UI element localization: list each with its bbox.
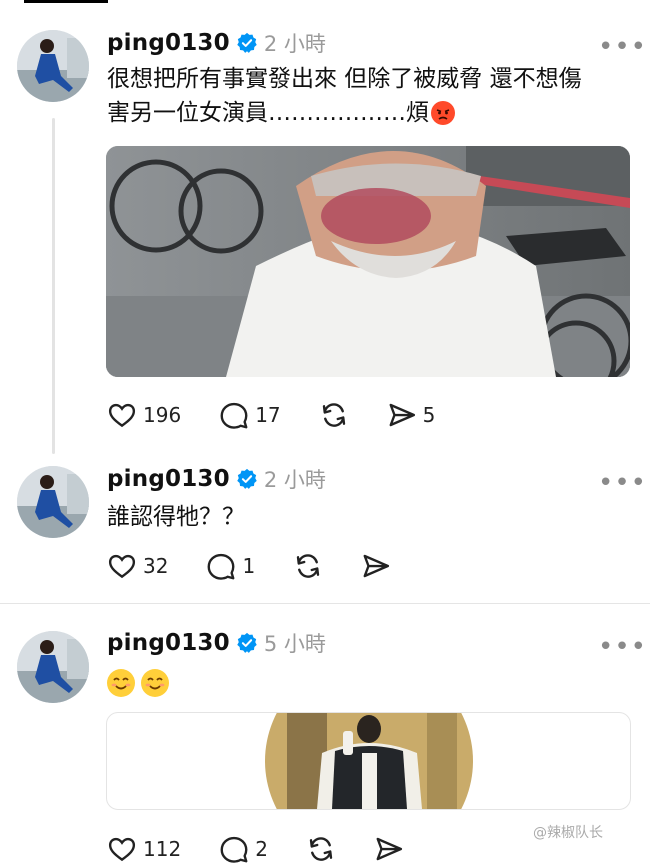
username[interactable]: ping0130 <box>107 630 230 656</box>
reply-count: 2 <box>255 837 268 861</box>
post-time: 2 小時 <box>263 468 326 492</box>
media-thumbnail <box>265 713 473 809</box>
reply-button[interactable]: 1 <box>206 551 255 581</box>
username[interactable]: ping0130 <box>107 466 230 492</box>
smile-emoji-icon <box>107 668 135 697</box>
more-icon[interactable]: ••• <box>598 470 647 496</box>
more-icon[interactable]: ••• <box>598 634 647 660</box>
post-text-line: 很想把所有事實發出來 但除了被威脅 還不想傷 <box>107 66 582 92</box>
reply-button[interactable]: 17 <box>219 400 281 430</box>
repost-button[interactable] <box>319 400 349 430</box>
repost-icon <box>297 554 320 578</box>
post-text-line: 害另一位女演員………………煩 <box>107 100 429 126</box>
share-icon <box>363 554 390 578</box>
avatar[interactable] <box>17 30 89 102</box>
avatar[interactable] <box>17 466 89 538</box>
angry-emoji-icon <box>431 101 455 125</box>
share-button[interactable] <box>361 551 391 581</box>
verified-badge-icon <box>237 468 257 489</box>
heart-icon <box>108 403 136 428</box>
heart-icon <box>108 837 136 862</box>
smile-emoji-icon <box>141 668 169 697</box>
reply-count: 17 <box>255 403 281 427</box>
repost-icon <box>322 403 345 427</box>
post-photo[interactable] <box>106 146 630 377</box>
post-text: 誰認得牠？？ <box>107 504 245 530</box>
share-button[interactable]: 5 <box>387 400 436 430</box>
post-actions: 32 1 <box>107 551 429 581</box>
verified-badge-icon <box>237 32 257 53</box>
like-button[interactable]: 196 <box>107 400 181 430</box>
reply-count: 1 <box>242 554 256 578</box>
media-card[interactable] <box>106 712 631 810</box>
heart-icon <box>108 554 136 579</box>
avatar[interactable] <box>17 631 89 703</box>
username[interactable]: ping0130 <box>107 30 230 56</box>
comment-icon <box>220 402 248 429</box>
watermark: @辣椒队长 <box>533 825 603 841</box>
share-icon <box>376 837 402 861</box>
top-indicator <box>24 0 108 3</box>
reply-button[interactable]: 2 <box>219 834 268 864</box>
repost-icon <box>309 837 333 861</box>
post-time: 5 小時 <box>263 632 326 656</box>
post-text <box>107 665 175 699</box>
more-icon[interactable]: ••• <box>598 34 647 60</box>
comment-icon <box>220 836 248 863</box>
post-header: ping0130 5 小時 <box>107 628 326 658</box>
like-count: 112 <box>143 837 182 861</box>
verified-badge-icon <box>237 632 257 653</box>
like-button[interactable]: 112 <box>107 834 181 864</box>
share-button[interactable] <box>374 834 404 864</box>
share-count: 5 <box>422 403 436 427</box>
post-header: ping0130 2 小時 <box>107 28 326 58</box>
post-time: 2 小時 <box>263 32 326 56</box>
like-count: 32 <box>143 554 169 578</box>
share-icon <box>389 403 415 427</box>
thread-line <box>52 118 55 454</box>
like-count: 196 <box>143 403 182 427</box>
post-text: 很想把所有事實發出來 但除了被威脅 還不想傷 害另一位女演員………………煩 <box>107 62 582 130</box>
post-divider <box>0 603 650 604</box>
post-actions: 196 17 5 <box>107 400 473 430</box>
post-actions: 112 2 <box>107 834 442 864</box>
comment-icon <box>208 553 235 580</box>
repost-button[interactable] <box>293 551 323 581</box>
repost-button[interactable] <box>306 834 336 864</box>
like-button[interactable]: 32 <box>107 551 168 581</box>
post-header: ping0130 2 小時 <box>107 464 326 494</box>
